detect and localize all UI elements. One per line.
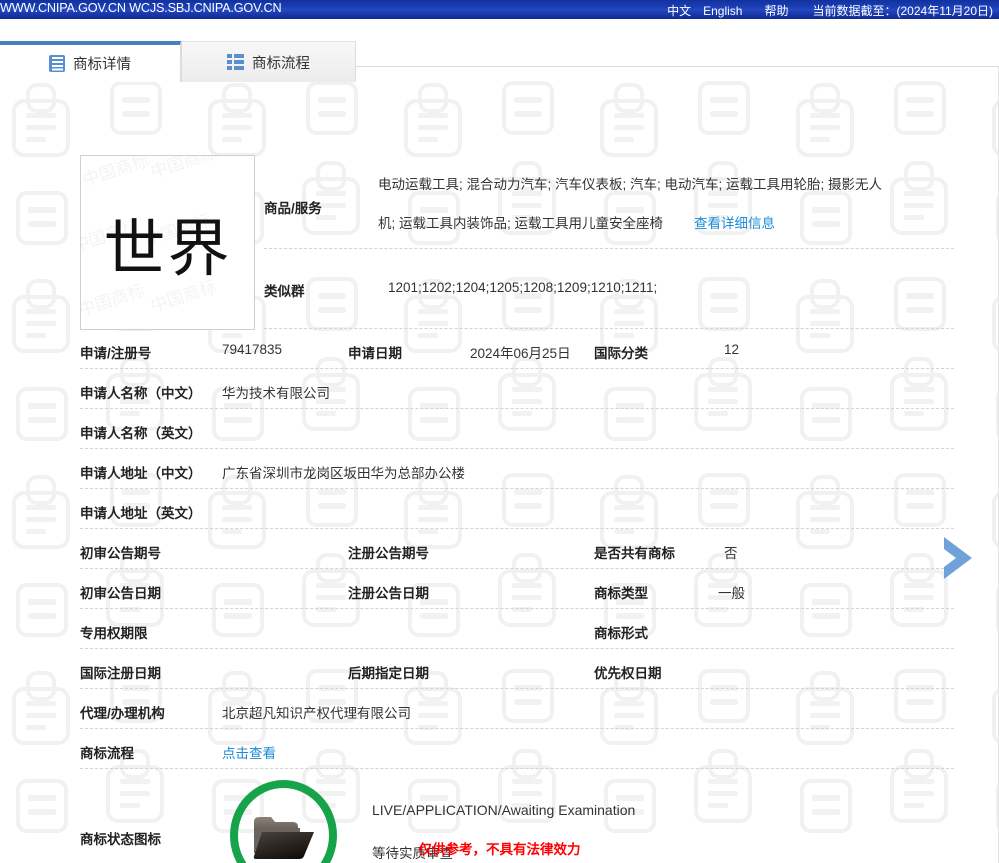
agency-value: 北京超凡知识产权代理有限公司: [222, 706, 411, 721]
international-class-value: 12: [724, 342, 740, 357]
applicant-address-en-label: 申请人地址（英文）: [80, 506, 202, 521]
international-class-label: 国际分类: [594, 346, 648, 361]
trademark-process-link[interactable]: 点击查看: [222, 742, 276, 762]
row-divider: [80, 568, 954, 569]
international-registration-date-label: 国际注册日期: [80, 666, 161, 681]
trademark-detail-panel: 中国商标 中国商标 中国商标 中国商标 中国商标 中国商标 世界 商品/服务 电…: [0, 67, 999, 863]
tab-trademark-process-label: 商标流程: [252, 55, 310, 72]
similar-group-value: 1201;1202;1204;1205;1208;1209;1210;1211;: [388, 280, 658, 295]
tab-bar: 商标详情 商标流程: [0, 19, 999, 82]
preliminary-announcement-no-label: 初审公告期号: [80, 546, 161, 561]
trademark-type-label: 商标类型: [594, 586, 648, 601]
applicant-name-cn-label: 申请人名称（中文）: [80, 386, 202, 401]
svg-text:中国商标: 中国商标: [148, 156, 219, 183]
trademark-process-label: 商标流程: [80, 746, 134, 761]
agency-label: 代理/办理机构: [80, 706, 165, 721]
application-date-label: 申请日期: [348, 346, 402, 361]
row-divider: [80, 368, 954, 369]
language-chinese-link[interactable]: 中文: [667, 2, 691, 19]
trademark-form-label: 商标形式: [594, 626, 648, 641]
status-text-english: LIVE/APPLICATION/Awaiting Examination: [372, 802, 636, 818]
applicant-name-cn-value: 华为技术有限公司: [222, 386, 330, 401]
application-number-value: 79417835: [222, 342, 283, 357]
row-divider: [80, 608, 954, 609]
tab-trademark-process[interactable]: 商标流程: [181, 41, 356, 82]
row-divider: [264, 328, 954, 329]
row-divider: [80, 648, 954, 649]
row-divider: [80, 448, 954, 449]
row-divider: [80, 728, 954, 729]
site-url-text: WWW.CNIPA.GOV.CN WCJS.SBJ.CNIPA.GOV.CN: [0, 1, 282, 15]
language-english-link[interactable]: English: [703, 4, 742, 18]
trademark-image-text: 世界: [103, 211, 232, 285]
registration-announcement-date-label: 注册公告日期: [348, 586, 429, 601]
is-shared-trademark-value: 否: [724, 546, 738, 561]
grid-list-icon: [227, 54, 244, 70]
row-divider: [80, 408, 954, 409]
trademark-type-value: 一般: [718, 586, 745, 601]
row-divider: [80, 768, 954, 769]
tab-trademark-details-label: 商标详情: [73, 57, 131, 73]
data-cutoff-text: 当前数据截至：(2024年11月20日): [812, 4, 994, 18]
goods-services-line-1: 电动运载工具; 混合动力汽车; 汽车仪表板; 汽车; 电动汽车; 运载工具用轮胎…: [378, 177, 883, 192]
row-divider: [80, 528, 954, 529]
svg-text:中国商标: 中国商标: [81, 156, 151, 191]
application-number-label: 申请/注册号: [80, 346, 152, 361]
trademark-image: 中国商标 中国商标 中国商标 中国商标 中国商标 中国商标 世界: [80, 155, 255, 330]
applicant-name-en-label: 申请人名称（英文）: [80, 426, 202, 441]
goods-services-line-2: 机; 运载工具内装饰品; 运载工具用儿童安全座椅: [378, 216, 664, 231]
application-date-value: 2024年06月25日: [470, 346, 571, 361]
goods-services-label: 商品/服务: [264, 201, 322, 216]
tab-trademark-details[interactable]: 商标详情: [0, 41, 181, 82]
applicant-address-cn-label: 申请人地址（中文）: [80, 466, 202, 481]
view-detail-link[interactable]: 查看详细信息: [694, 212, 775, 232]
similar-group-label: 类似群: [264, 284, 305, 299]
row-divider: [80, 688, 954, 689]
topbar-links: 中文 English 帮助 当前数据截至：(2024年11月20日): [667, 2, 993, 19]
is-shared-trademark-label: 是否共有商标: [594, 546, 675, 561]
top-navigation-bar: WWW.CNIPA.GOV.CN WCJS.SBJ.CNIPA.GOV.CN 中…: [0, 0, 999, 19]
preliminary-announcement-date-label: 初审公告日期: [80, 586, 161, 601]
document-icon: [49, 55, 65, 72]
exclusive-right-period-label: 专用权期限: [80, 626, 148, 641]
row-divider: [80, 488, 954, 489]
registration-announcement-no-label: 注册公告期号: [348, 546, 429, 561]
later-designation-date-label: 后期指定日期: [348, 666, 429, 681]
row-divider: [264, 248, 954, 249]
next-arrow-icon[interactable]: [938, 533, 978, 583]
priority-date-label: 优先权日期: [594, 666, 662, 681]
help-link[interactable]: 帮助: [764, 2, 788, 19]
legal-disclaimer: 仅供参考，不具有法律效力: [418, 842, 581, 857]
applicant-address-cn-value: 广东省深圳市龙岗区坂田华为总部办公楼: [222, 466, 465, 481]
